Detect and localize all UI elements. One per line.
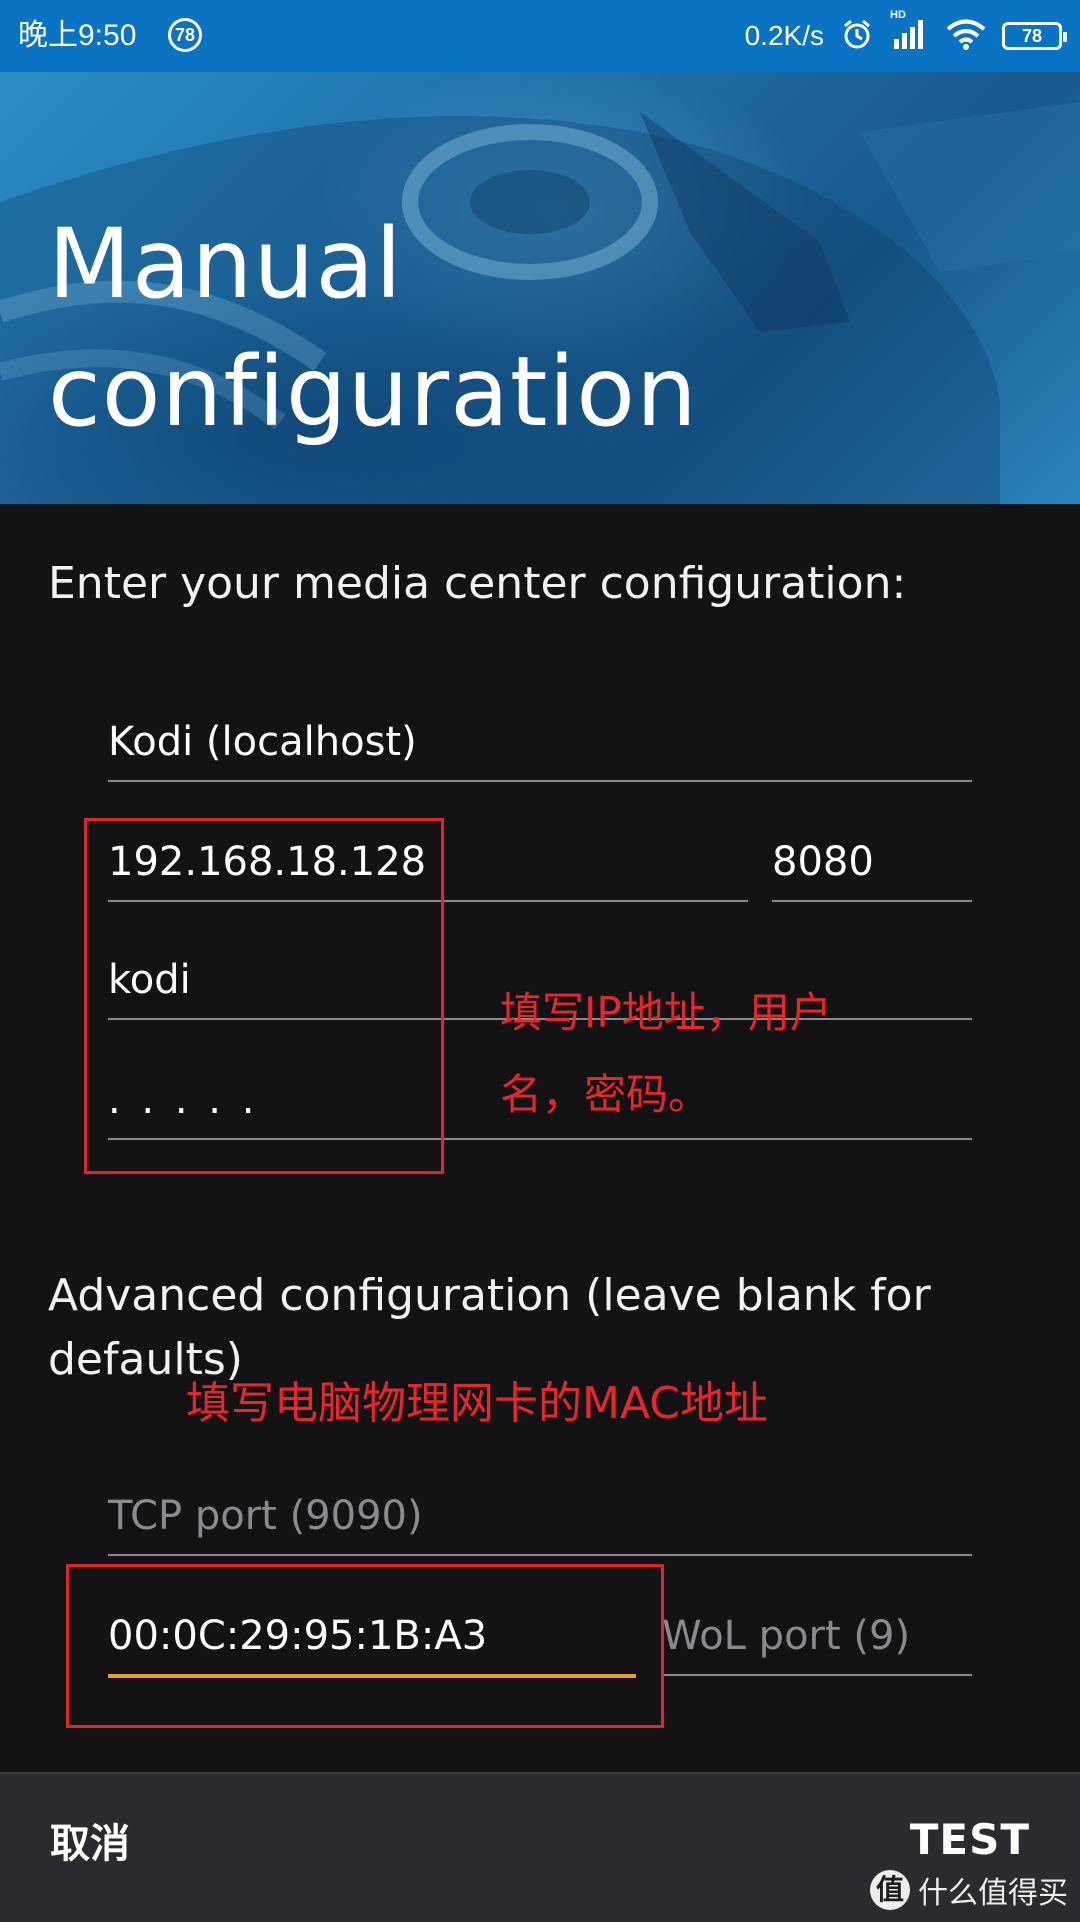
tcp-port-placeholder: TCP port (9090) <box>108 1493 423 1539</box>
wifi-icon <box>946 18 986 55</box>
media-center-name-value: Kodi (localhost) <box>108 719 417 765</box>
cancel-button[interactable]: 取消 <box>50 1818 130 1870</box>
annotation-credentials-line1: 填写IP地址，用户 <box>500 988 832 1037</box>
hd-label: HD <box>890 8 906 21</box>
watermark-text: 什么值得买 <box>918 1876 1068 1911</box>
signal-icon: HD <box>890 9 930 56</box>
battery-level: 78 <box>1021 26 1043 46</box>
status-icons: 0.2K/s HD 78 <box>744 9 1067 56</box>
status-time: 晚上9:50 <box>18 19 137 52</box>
battery-icon: 78 <box>1002 22 1067 50</box>
watermark-logo-icon: 值 <box>870 1870 910 1910</box>
status-bar: 晚上9:50 78 0.2K/s HD 78 <box>0 0 1080 72</box>
annotation-credentials-note: 填写IP地址，用户 名，密码。 <box>500 972 832 1136</box>
media-center-name-field[interactable]: Kodi (localhost) <box>108 718 972 782</box>
page-title-line2: configuration <box>48 336 698 448</box>
network-speed: 0.2K/s <box>744 20 824 51</box>
annotation-box-mac <box>66 1564 664 1728</box>
page-title: Manual configuration <box>48 200 948 456</box>
http-port-field[interactable]: 8080 <box>772 838 972 902</box>
tcp-port-field[interactable]: TCP port (9090) <box>108 1492 972 1556</box>
wol-port-placeholder: WoL port (9) <box>662 1613 911 1659</box>
annotation-mac-note: 填写电脑物理网卡的MAC地址 <box>186 1378 769 1429</box>
http-port-value: 8080 <box>772 839 874 885</box>
test-button[interactable]: TEST <box>910 1814 1030 1866</box>
annotation-credentials-line2: 名，密码。 <box>500 1070 711 1119</box>
header-banner: Manual configuration <box>0 72 1080 504</box>
wol-port-field[interactable]: WoL port (9) <box>662 1612 972 1676</box>
annotation-box-credentials <box>84 818 444 1174</box>
page-title-line1: Manual <box>48 208 403 320</box>
config-intro-text: Enter your media center configuration: <box>48 558 907 609</box>
notification-badge: 78 <box>168 18 202 52</box>
watermark: 值 什么值得买 <box>870 1868 1068 1912</box>
alarm-icon <box>840 17 874 56</box>
